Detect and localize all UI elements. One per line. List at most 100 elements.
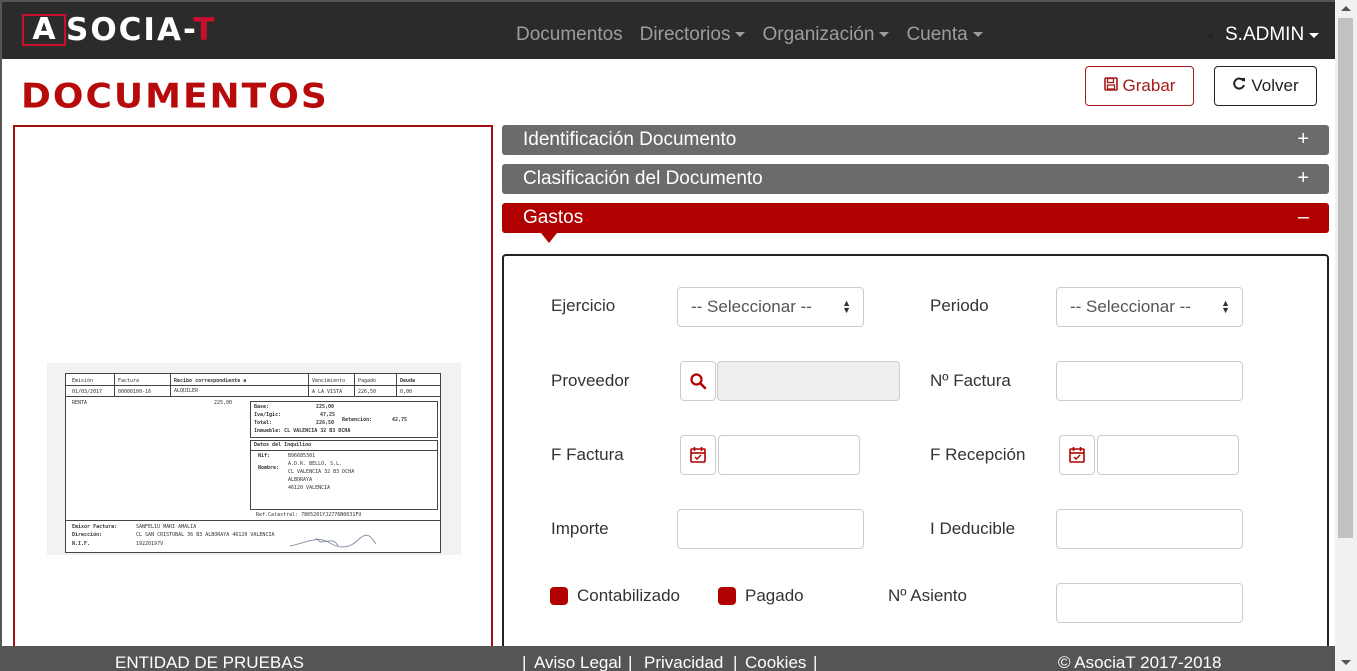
invoice-receipt: Emisión Factura Recibo correspondiente a… [65, 373, 441, 553]
accordion-gastos[interactable]: Gastos – [502, 203, 1329, 233]
footer-separator: | [733, 653, 738, 671]
save-button[interactable]: Grabar [1085, 66, 1194, 106]
ejercicio-label: Ejercicio [551, 296, 616, 315]
calendar-icon [1069, 447, 1085, 463]
doc-text: 226,50 [358, 389, 377, 395]
doc-text: Datos del Inquilino [254, 442, 312, 448]
nav-cuenta-label: Cuenta [906, 24, 968, 45]
nasiento-input[interactable] [1056, 583, 1243, 623]
nav-directorios[interactable]: Directorios [640, 24, 746, 46]
back-button-label: Volver [1251, 76, 1299, 95]
pagado-checkbox[interactable] [718, 587, 736, 605]
asocia-t-logo[interactable]: A SOCIA-T [22, 13, 216, 47]
back-button[interactable]: Volver [1214, 66, 1317, 106]
nfactura-input[interactable] [1056, 361, 1243, 401]
ideducible-input[interactable] [1056, 509, 1243, 549]
main-menu: Documentos Directorios Organización Cuen… [516, 24, 1000, 46]
user-name: S.ADMIN [1225, 24, 1305, 45]
proveedor-search-button[interactable] [680, 361, 716, 401]
logo-box: A [22, 14, 66, 46]
footer-link-cookies[interactable]: Cookies [745, 653, 806, 671]
page-title: DOCUMENTOS [21, 77, 329, 116]
doc-text: A.D.R. BELLO, S.L. [288, 461, 343, 467]
doc-text: Nombre: [258, 465, 280, 471]
scroll-up-icon[interactable] [1341, 6, 1351, 11]
doc-text: B96685301 [288, 453, 316, 459]
accordion-identificacion[interactable]: Identificación Documento + [502, 125, 1329, 155]
frecepcion-calendar-button[interactable] [1059, 435, 1095, 475]
doc-text: 00000100-16 [118, 389, 152, 395]
ejercicio-select-value: -- Seleccionar -- [691, 297, 812, 316]
bullet-icon [1208, 32, 1213, 38]
accordion-clasificacion[interactable]: Clasificación del Documento + [502, 164, 1329, 194]
nav-documentos-label: Documentos [516, 24, 623, 45]
periodo-label: Periodo [930, 296, 989, 315]
doc-text: Emisión [72, 378, 94, 384]
plus-icon: + [1297, 167, 1309, 189]
user-menu[interactable]: S.ADMIN [1208, 24, 1320, 46]
doc-text: Vencimiento [312, 378, 346, 384]
frecepcion-label: F Recepción [930, 445, 1026, 464]
rule [170, 374, 171, 396]
logo-text: SOCIA-T [66, 14, 216, 46]
document-image[interactable]: Emisión Factura Recibo correspondiente a… [47, 363, 461, 555]
nfactura-label: Nº Factura [930, 371, 1011, 390]
accordion-clasificacion-title: Clasificación del Documento [523, 168, 763, 189]
ejercicio-select[interactable]: -- Seleccionar -- ▲ ▼ [677, 287, 864, 327]
signature-icon [289, 534, 377, 548]
chevron-down-icon [1309, 32, 1320, 38]
ffactura-input[interactable] [718, 435, 860, 475]
periodo-select-value: -- Seleccionar -- [1070, 297, 1191, 316]
doc-text: Base: [254, 404, 270, 410]
contabilizado-label: Contabilizado [577, 586, 681, 605]
importe-input[interactable] [677, 509, 864, 549]
scroll-down-icon[interactable] [1341, 660, 1351, 665]
sort-arrows-icon: ▲ ▼ [1221, 298, 1230, 315]
app-window: A SOCIA-T Documentos Directorios Organiz… [0, 0, 1335, 671]
doc-text: Factura [118, 378, 140, 384]
plus-icon: + [1297, 128, 1309, 150]
importe-label: Importe [551, 519, 609, 538]
doc-text: Nif: [258, 453, 271, 459]
doc-text: 42,75 [392, 417, 408, 423]
pagado-label: Pagado [745, 586, 804, 605]
doc-text: 0,00 [400, 389, 413, 395]
periodo-select[interactable]: -- Seleccionar -- ▲ ▼ [1056, 287, 1243, 327]
chevron-down-icon [879, 32, 890, 38]
doc-text: CL VALENCIA 32 B3 DCHA [288, 469, 355, 475]
nav-organizacion[interactable]: Organización [762, 24, 890, 46]
doc-text: 47,25 [320, 412, 336, 418]
doc-text: Total: [254, 420, 273, 426]
calendar-icon [690, 447, 706, 463]
doc-text: Retención: [342, 417, 373, 423]
doc-text: CL SAN CRISTOBAL 36 B3 ALBORAYA 46120 VA… [136, 532, 275, 538]
ffactura-calendar-button[interactable] [680, 435, 716, 475]
nav-cuenta[interactable]: Cuenta [906, 24, 983, 46]
rule [66, 396, 440, 397]
rule [66, 520, 440, 521]
footer: ENTIDAD DE PRUEBAS | Aviso Legal | Priva… [2, 646, 1335, 671]
nasiento-label: Nº Asiento [888, 586, 967, 605]
frecepcion-input[interactable] [1097, 435, 1239, 475]
minus-icon: – [1297, 206, 1309, 228]
doc-text: 225,00 [214, 400, 233, 406]
footer-link-privacidad[interactable]: Privacidad [644, 653, 723, 671]
rule [308, 374, 309, 396]
nav-directorios-label: Directorios [639, 24, 731, 45]
rule [250, 450, 437, 451]
rule [396, 374, 397, 396]
footer-link-aviso-legal[interactable]: Aviso Legal [534, 653, 622, 671]
logo-letter: A [32, 12, 56, 47]
doc-text: 01/03/2017 [72, 389, 103, 395]
proveedor-input[interactable] [717, 361, 900, 401]
doc-text: ALQUILER [174, 388, 199, 394]
contabilizado-checkbox[interactable] [550, 587, 568, 605]
vertical-scrollbar[interactable] [1335, 0, 1357, 671]
search-icon [690, 373, 707, 390]
doc-text: Recibo correspondiente a [174, 378, 247, 384]
doc-text: SANFELIU MARI AMALIA [136, 524, 197, 530]
nav-organizacion-label: Organización [762, 24, 875, 45]
scrollbar-thumb[interactable] [1338, 18, 1353, 538]
rule [114, 374, 115, 396]
nav-documentos[interactable]: Documentos [516, 24, 623, 46]
